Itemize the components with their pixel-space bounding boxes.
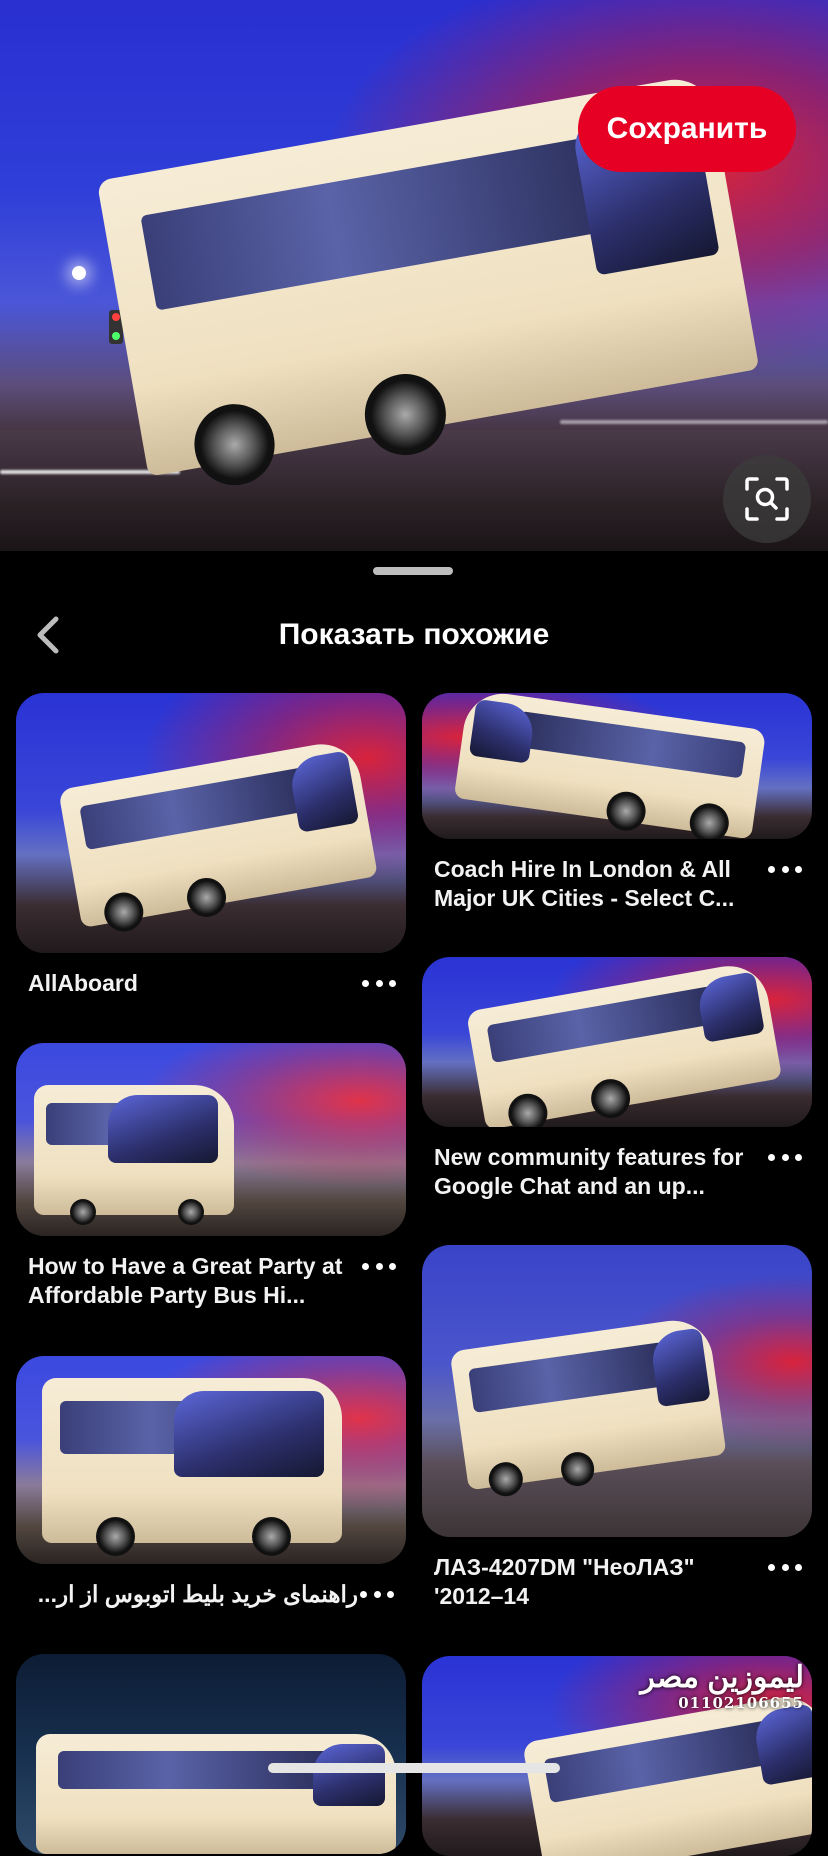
watermark-name: ليموزين مصر <box>640 1661 804 1694</box>
more-options-button[interactable] <box>362 973 396 993</box>
pin-image[interactable] <box>422 693 812 839</box>
pin-card[interactable]: راهنمای خرید بلیط اتوبوس از ار... <box>16 1356 406 1609</box>
pin-card[interactable]: New community features for Google Chat a… <box>422 957 812 1201</box>
more-options-button[interactable] <box>362 1256 396 1276</box>
pin-image[interactable] <box>422 957 812 1127</box>
pin-image[interactable] <box>422 1245 812 1537</box>
pin-card[interactable]: Coach Hire In London & All Major UK Citi… <box>422 693 812 913</box>
pin-title[interactable]: How to Have a Great Party at Affordable … <box>28 1252 348 1310</box>
pin-image[interactable] <box>16 693 406 953</box>
more-options-button[interactable] <box>768 1147 802 1167</box>
pin-title[interactable]: Coach Hire In London & All Major UK Citi… <box>434 855 754 913</box>
pin-image[interactable] <box>16 1356 406 1564</box>
bus <box>36 1734 396 1854</box>
page-title: Показать похожие <box>278 618 550 651</box>
pin-meta: New community features for Google Chat a… <box>422 1143 812 1201</box>
more-options-button[interactable] <box>768 1557 802 1577</box>
pin-image[interactable] <box>16 1043 406 1236</box>
drag-handle[interactable] <box>373 567 453 575</box>
pin-card[interactable]: ليموزين مصر 01102106655 <box>422 1656 812 1856</box>
pin-title[interactable]: New community features for Google Chat a… <box>434 1143 754 1201</box>
pin-title[interactable]: راهنمای خرید بلیط اتوبوس از ار... <box>28 1580 358 1609</box>
pin-card[interactable]: ЛАЗ-4207DM "НеоЛАЗ" '2012–14 <box>422 1245 812 1611</box>
pin-image[interactable] <box>16 1654 406 1854</box>
bus <box>34 1085 234 1226</box>
watermark-phone: 01102106655 <box>678 1694 804 1712</box>
bus-windows <box>140 134 622 311</box>
pin-meta: How to Have a Great Party at Affordable … <box>16 1252 406 1310</box>
visual-search-icon <box>745 477 789 521</box>
visual-search-button[interactable] <box>723 455 811 543</box>
pin-title[interactable]: AllAboard <box>28 969 348 998</box>
more-options-button[interactable] <box>768 859 802 879</box>
pin-image[interactable]: ليموزين مصر 01102106655 <box>422 1656 812 1856</box>
bus <box>42 1378 342 1557</box>
hero-pin-image[interactable]: Сохранить <box>0 0 828 551</box>
moon <box>72 266 86 280</box>
pin-meta: راهنمای خرید بلیط اتوبوس از ار... <box>16 1580 406 1609</box>
pin-card[interactable]: How to Have a Great Party at Affordable … <box>16 1043 406 1310</box>
more-options-button[interactable] <box>360 1584 394 1604</box>
light-streak <box>560 420 828 424</box>
watermark: ليموزين مصر 01102106655 <box>640 1661 804 1713</box>
home-indicator[interactable] <box>268 1763 560 1773</box>
pin-title[interactable]: ЛАЗ-4207DM "НеоЛАЗ" '2012–14 <box>434 1553 754 1611</box>
pin-meta: AllAboard <box>16 969 406 998</box>
pin-card[interactable]: AllAboard <box>16 693 406 998</box>
pin-meta: ЛАЗ-4207DM "НеоЛАЗ" '2012–14 <box>422 1553 812 1611</box>
pin-meta: Coach Hire In London & All Major UK Citi… <box>422 855 812 913</box>
save-button[interactable]: Сохранить <box>578 86 796 172</box>
pin-card[interactable] <box>16 1654 406 1854</box>
